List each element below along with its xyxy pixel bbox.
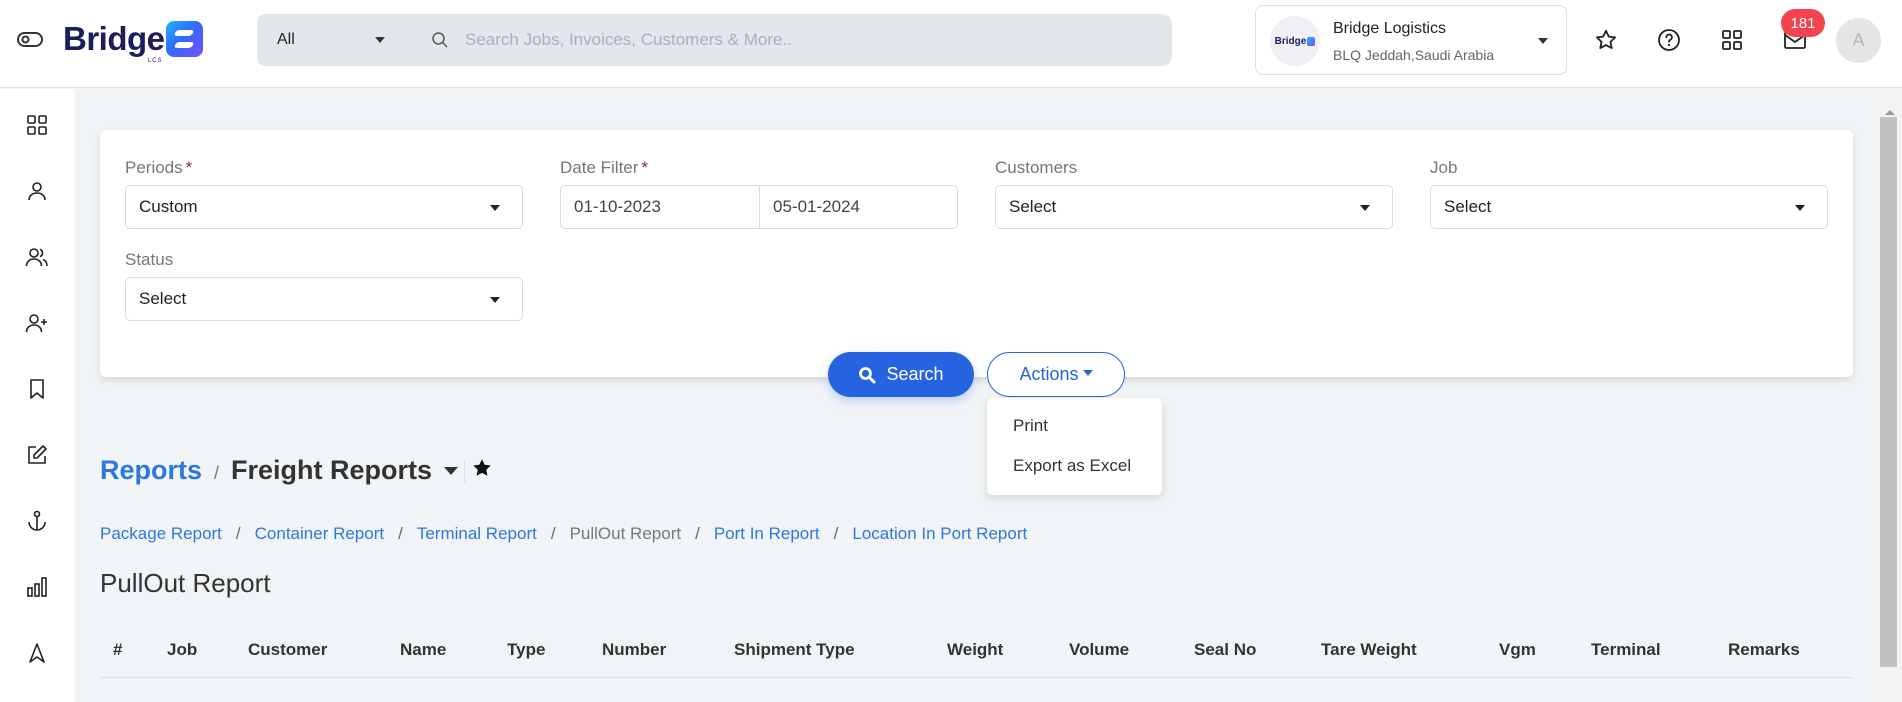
column-header[interactable]: Job	[167, 640, 197, 660]
global-search-input[interactable]	[465, 30, 1105, 50]
actions-dropdown-menu: Print Export as Excel	[987, 398, 1162, 495]
anchor-icon	[28, 510, 46, 531]
periods-select[interactable]: Custom	[125, 185, 523, 229]
column-header[interactable]: #	[113, 640, 122, 660]
app-logo[interactable]: Bridge LCS	[63, 20, 203, 64]
grid-icon	[27, 115, 47, 135]
company-logo: Bridge	[1270, 16, 1320, 66]
date-to-input[interactable]: 05-01-2024	[759, 185, 958, 229]
sub-nav-package-report[interactable]: Package Report	[100, 524, 222, 544]
sidebar-item-edit[interactable]	[22, 440, 52, 470]
sidebar-item-reports[interactable]	[22, 572, 52, 602]
chevron-down-icon	[490, 297, 500, 303]
column-header[interactable]: Shipment Type	[734, 640, 855, 660]
search-scope-select[interactable]: All	[257, 14, 413, 66]
company-name: Bridge Logistics	[1333, 20, 1446, 37]
edit-icon	[28, 445, 47, 464]
help-icon[interactable]	[1654, 25, 1684, 55]
report-table-header: # Job Customer Name Type Number Shipment…	[100, 640, 1853, 678]
sidebar-toggle-icon[interactable]	[16, 28, 44, 50]
search-button[interactable]: Search	[828, 352, 974, 397]
apps-grid-icon[interactable]	[1717, 25, 1747, 55]
breadcrumb-reports-link[interactable]: Reports	[100, 455, 202, 486]
divider	[464, 459, 466, 482]
actions-button[interactable]: Actions	[987, 352, 1125, 397]
sidebar-item-users[interactable]	[22, 242, 52, 272]
date-filter-label: Date Filter *	[560, 158, 649, 177]
filter-card: Periods * Custom Date Filter * 01-10-2023 …	[100, 130, 1853, 377]
column-header[interactable]: Terminal	[1591, 640, 1661, 660]
bookmark-icon	[30, 379, 44, 399]
sub-nav-port-in-report[interactable]: Port In Report	[714, 524, 820, 544]
sidebar-item-add-user[interactable]	[22, 308, 52, 338]
job-label: Job	[1430, 158, 1458, 177]
top-header: BridgeLCS All Bridge Bridge Logistics BL…	[0, 0, 1902, 88]
sidebar-item-dashboard[interactable]	[22, 110, 52, 140]
column-header[interactable]: Tare Weight	[1321, 640, 1417, 660]
breadcrumb: Reports / Freight Reports	[100, 455, 493, 486]
notification-badge[interactable]: 181	[1781, 9, 1825, 37]
user-avatar[interactable]: A	[1836, 18, 1881, 63]
column-header[interactable]: Type	[507, 640, 545, 660]
sidebar-item-bookmarks[interactable]	[22, 374, 52, 404]
bar-chart-icon	[27, 577, 47, 597]
column-header[interactable]: Vgm	[1499, 640, 1536, 660]
column-header[interactable]: Number	[602, 640, 666, 660]
logo-text: Bridge LCS	[63, 20, 165, 64]
column-header[interactable]: Seal No	[1194, 640, 1256, 660]
breadcrumb-separator: /	[214, 463, 220, 483]
scroll-up-arrow-icon[interactable]	[1885, 110, 1895, 115]
chevron-down-icon	[1360, 205, 1370, 211]
menu-item-print[interactable]: Print	[1013, 416, 1048, 436]
report-type-dropdown-icon[interactable]	[444, 466, 459, 475]
sidebar-item-user[interactable]	[22, 176, 52, 206]
logo-mark-icon	[165, 21, 203, 57]
job-value: Select	[1444, 197, 1492, 216]
chevron-down-icon	[490, 205, 500, 211]
sidebar-item-navigate[interactable]	[22, 638, 52, 668]
global-search	[413, 14, 1172, 66]
customers-value: Select	[1009, 197, 1057, 216]
sidebar	[0, 89, 75, 702]
company-switcher[interactable]: Bridge Bridge Logistics BLQ Jeddah,Saudi…	[1255, 5, 1567, 75]
periods-value: Custom	[139, 197, 198, 216]
user-plus-icon	[25, 314, 47, 333]
job-select[interactable]: Select	[1430, 185, 1828, 229]
status-label: Status	[125, 250, 174, 269]
column-header[interactable]: Weight	[947, 640, 1003, 660]
scrollbar-thumb[interactable]	[1880, 117, 1897, 667]
chevron-down-icon	[1538, 38, 1548, 44]
customers-select[interactable]: Select	[995, 185, 1393, 229]
chevron-down-icon	[375, 37, 385, 43]
column-header[interactable]: Name	[400, 640, 446, 660]
date-from-input[interactable]: 01-10-2023	[560, 185, 760, 229]
sidebar-item-port[interactable]	[22, 506, 52, 536]
report-title: PullOut Report	[100, 568, 271, 598]
sub-nav-container-report[interactable]: Container Report	[255, 524, 384, 544]
column-header[interactable]: Remarks	[1728, 640, 1800, 660]
favorite-star-icon[interactable]	[471, 457, 493, 484]
customers-label: Customers	[995, 158, 1078, 177]
navigation-icon	[29, 643, 45, 663]
column-header[interactable]: Volume	[1069, 640, 1129, 660]
sub-nav-terminal-report[interactable]: Terminal Report	[417, 524, 537, 544]
user-icon	[28, 182, 46, 201]
search-scope-value: All	[277, 31, 295, 48]
company-location: BLQ Jeddah,Saudi Arabia	[1333, 47, 1495, 63]
search-icon	[432, 32, 448, 48]
chevron-down-icon	[1795, 205, 1805, 211]
menu-item-export-excel[interactable]: Export as Excel	[1013, 456, 1131, 476]
search-icon	[859, 366, 876, 383]
breadcrumb-current: Freight Reports	[231, 455, 433, 485]
sub-nav-location-in-port-report[interactable]: Location In Port Report	[852, 524, 1027, 544]
periods-label: Periods *	[125, 158, 193, 177]
column-header[interactable]: Customer	[248, 640, 327, 660]
status-select[interactable]: Select	[125, 277, 523, 321]
sub-nav-pullout-report: PullOut Report	[569, 524, 682, 543]
status-value: Select	[139, 289, 187, 308]
users-icon	[25, 248, 48, 267]
favorites-star-icon[interactable]	[1591, 25, 1621, 55]
caret-down-icon	[1082, 369, 1093, 376]
report-sub-nav: Package Report / Container Report / Term…	[100, 524, 1028, 544]
